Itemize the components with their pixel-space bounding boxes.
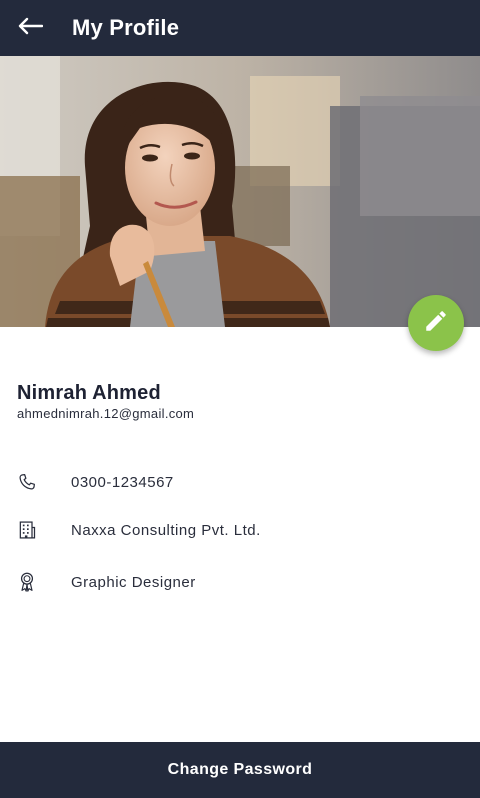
detail-row-designation[interactable]: Graphic Designer — [0, 567, 480, 597]
back-button[interactable] — [0, 0, 60, 56]
change-password-label: Change Password — [167, 761, 313, 778]
edit-profile-button[interactable] — [408, 295, 464, 351]
profile-cover-photo — [0, 56, 480, 327]
change-password-button[interactable]: Change Password — [0, 742, 480, 798]
job-title: Graphic Designer — [71, 573, 196, 591]
page-title: My Profile — [72, 15, 180, 40]
app-bar: My Profile — [0, 0, 480, 56]
phone-icon — [17, 472, 37, 492]
profile-name: Nimrah Ahmed — [17, 382, 161, 404]
phone-number: 0300-1234567 — [71, 473, 174, 491]
arrow-left-icon — [17, 17, 44, 40]
pencil-icon — [423, 308, 449, 339]
building-icon — [17, 520, 37, 540]
detail-row-phone[interactable]: 0300-1234567 — [0, 467, 480, 497]
company-name: Naxxa Consulting Pvt. Ltd. — [71, 521, 261, 539]
badge-icon — [17, 572, 37, 592]
profile-email: ahmednimrah.12@gmail.com — [17, 406, 195, 421]
detail-row-company[interactable]: Naxxa Consulting Pvt. Ltd. — [0, 515, 480, 545]
